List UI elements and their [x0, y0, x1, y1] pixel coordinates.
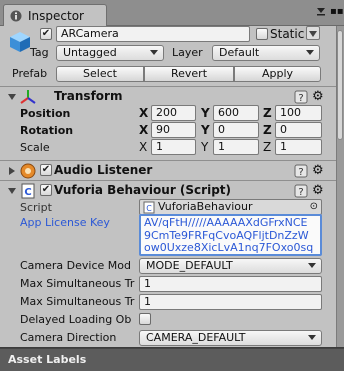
camera-direction-dropdown[interactable]: CAMERA_DEFAULT: [139, 330, 322, 346]
axis-z-label: Z: [263, 123, 272, 137]
layer-label: Layer: [172, 46, 203, 59]
camera-device-mode-dropdown[interactable]: MODE_DEFAULT: [139, 258, 322, 274]
license-line: ow0Uxze8XicLvA1nq7FOxo0sq: [144, 241, 314, 255]
prefab-revert-button[interactable]: Revert: [144, 66, 234, 82]
gear-icon[interactable]: ⚙: [312, 89, 324, 104]
transform-icon: [20, 90, 36, 104]
rotation-y-input[interactable]: 0: [213, 122, 259, 138]
camera-device-mode-value: MODE_DEFAULT: [146, 259, 233, 272]
script-field[interactable]: C VuforiaBehaviour ⊙: [139, 199, 322, 215]
audio-listener-icon: [20, 163, 36, 179]
vuforia-title: Vuforia Behaviour (Script): [54, 183, 231, 197]
transform-header[interactable]: Transform ? ⚙: [0, 86, 336, 106]
static-dropdown[interactable]: [306, 26, 320, 40]
vuforia-behaviour-header[interactable]: C Vuforia Behaviour (Script) ? ⚙: [0, 180, 336, 200]
rotation-label: Rotation: [20, 124, 74, 137]
script-icon: C: [21, 183, 35, 199]
delayed-loading-checkbox[interactable]: [139, 313, 151, 325]
svg-text:C: C: [24, 187, 31, 198]
axis-y-label: Y: [201, 140, 209, 154]
foldout-arrow-icon[interactable]: [8, 94, 16, 100]
audio-listener-title: Audio Listener: [54, 163, 153, 177]
position-x-input[interactable]: 200: [151, 105, 196, 121]
script-file-icon: C: [143, 201, 155, 214]
svg-text:?: ?: [298, 167, 303, 178]
camera-direction-value: CAMERA_DEFAULT: [146, 331, 246, 344]
svg-text:?: ?: [298, 187, 303, 198]
transform-title: Transform: [54, 89, 123, 103]
rotation-x-input[interactable]: 90: [151, 122, 196, 138]
license-line: AV/qFtH/////AAAAAXdGFrxNCE: [144, 216, 308, 229]
help-icon[interactable]: ?: [294, 90, 308, 104]
help-icon[interactable]: ?: [294, 164, 308, 178]
axis-z-label: Z: [263, 106, 272, 120]
camera-direction-label: Camera Direction: [20, 331, 117, 344]
svg-text:?: ?: [298, 93, 303, 104]
gameobject-cube-icon: [10, 32, 30, 52]
gear-icon[interactable]: ⚙: [312, 163, 324, 178]
audio-listener-enabled-checkbox[interactable]: [40, 164, 52, 176]
prefab-apply-button[interactable]: Apply: [234, 66, 321, 82]
scale-x-input[interactable]: 1: [151, 139, 196, 155]
prefab-label: Prefab: [12, 67, 48, 80]
app-license-key-label: App License Key: [20, 216, 110, 229]
tab-label: Inspector: [28, 9, 84, 23]
foldout-arrow-icon[interactable]: [8, 188, 16, 194]
audio-listener-header[interactable]: Audio Listener ? ⚙: [0, 160, 336, 180]
position-label: Position: [20, 107, 71, 120]
scale-y-input[interactable]: 1: [213, 139, 259, 155]
max-simultaneous-input-1[interactable]: 1: [139, 276, 322, 292]
axis-x-label: X: [139, 140, 148, 154]
axis-z-label: Z: [263, 140, 272, 154]
close-icon[interactable]: ▪▪: [330, 6, 344, 17]
tab-inspector[interactable]: Inspector: [3, 4, 107, 27]
vuforia-enabled-checkbox[interactable]: [40, 184, 52, 196]
prefab-select-button[interactable]: Select: [56, 66, 144, 82]
axis-y-label: Y: [201, 123, 210, 137]
svg-text:C: C: [146, 204, 152, 213]
position-y-input[interactable]: 600: [213, 105, 259, 121]
active-checkbox[interactable]: [40, 28, 52, 40]
max-simultaneous-label-2: Max Simultaneous Tr: [20, 295, 135, 308]
help-icon[interactable]: ?: [294, 184, 308, 198]
tag-dropdown[interactable]: Untagged: [56, 45, 164, 61]
tag-value: Untagged: [63, 46, 117, 59]
static-label: Static: [270, 27, 305, 41]
asset-labels-title: Asset Labels: [8, 353, 87, 366]
foldout-arrow-icon[interactable]: [9, 167, 15, 175]
info-icon: [10, 10, 22, 22]
axis-x-label: X: [139, 123, 149, 137]
scale-z-input[interactable]: 1: [275, 139, 322, 155]
app-license-key-textarea[interactable]: AV/qFtH/////AAAAAXdGFrxNCE 9CmTe9FRFqCvo…: [139, 214, 322, 256]
axis-y-label: Y: [201, 106, 210, 120]
max-simultaneous-input-2[interactable]: 1: [139, 294, 322, 310]
max-simultaneous-label-1: Max Simultaneous Tr: [20, 277, 135, 290]
axis-x-label: X: [139, 106, 149, 120]
gear-icon[interactable]: ⚙: [312, 183, 324, 198]
menu-icon[interactable]: [316, 6, 326, 18]
position-z-input[interactable]: 100: [275, 105, 322, 121]
object-picker-icon[interactable]: ⊙: [310, 200, 318, 214]
layer-dropdown[interactable]: Default: [212, 45, 320, 61]
tag-label: Tag: [30, 46, 49, 59]
script-value: VuforiaBehaviour: [158, 200, 253, 213]
object-name-input[interactable]: ARCamera: [56, 26, 250, 42]
rotation-z-input[interactable]: 0: [275, 122, 322, 138]
scale-label: Scale: [20, 141, 50, 154]
inspector-panel: ARCamera Static Tag Untagged Layer Defau…: [0, 26, 336, 347]
asset-labels-bar[interactable]: Asset Labels: [0, 348, 344, 371]
camera-device-mode-label: Camera Device Mod: [20, 259, 131, 272]
scrollbar-thumb[interactable]: [337, 30, 343, 140]
script-label: Script: [20, 201, 52, 214]
delayed-loading-label: Delayed Loading Ob: [20, 313, 132, 326]
layer-value: Default: [219, 46, 260, 59]
static-checkbox[interactable]: [256, 28, 268, 40]
